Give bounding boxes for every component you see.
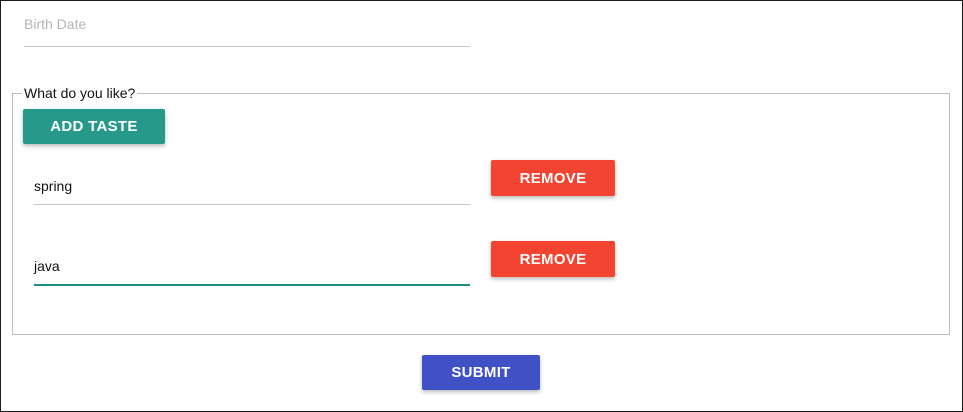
add-taste-button[interactable]: ADD TASTE bbox=[23, 109, 165, 144]
birth-date-label: Birth Date bbox=[24, 16, 87, 32]
submit-button[interactable]: SUBMIT bbox=[422, 355, 540, 390]
taste-value: spring bbox=[34, 178, 73, 194]
birth-date-field[interactable]: Birth Date bbox=[24, 12, 470, 47]
taste-input-spring[interactable]: spring bbox=[34, 178, 470, 205]
taste-value: java bbox=[34, 258, 60, 274]
taste-input-java[interactable]: java bbox=[34, 258, 470, 286]
remove-taste-button[interactable]: REMOVE bbox=[491, 241, 615, 277]
remove-taste-button[interactable]: REMOVE bbox=[491, 160, 615, 196]
tastes-legend: What do you like? bbox=[22, 84, 138, 102]
